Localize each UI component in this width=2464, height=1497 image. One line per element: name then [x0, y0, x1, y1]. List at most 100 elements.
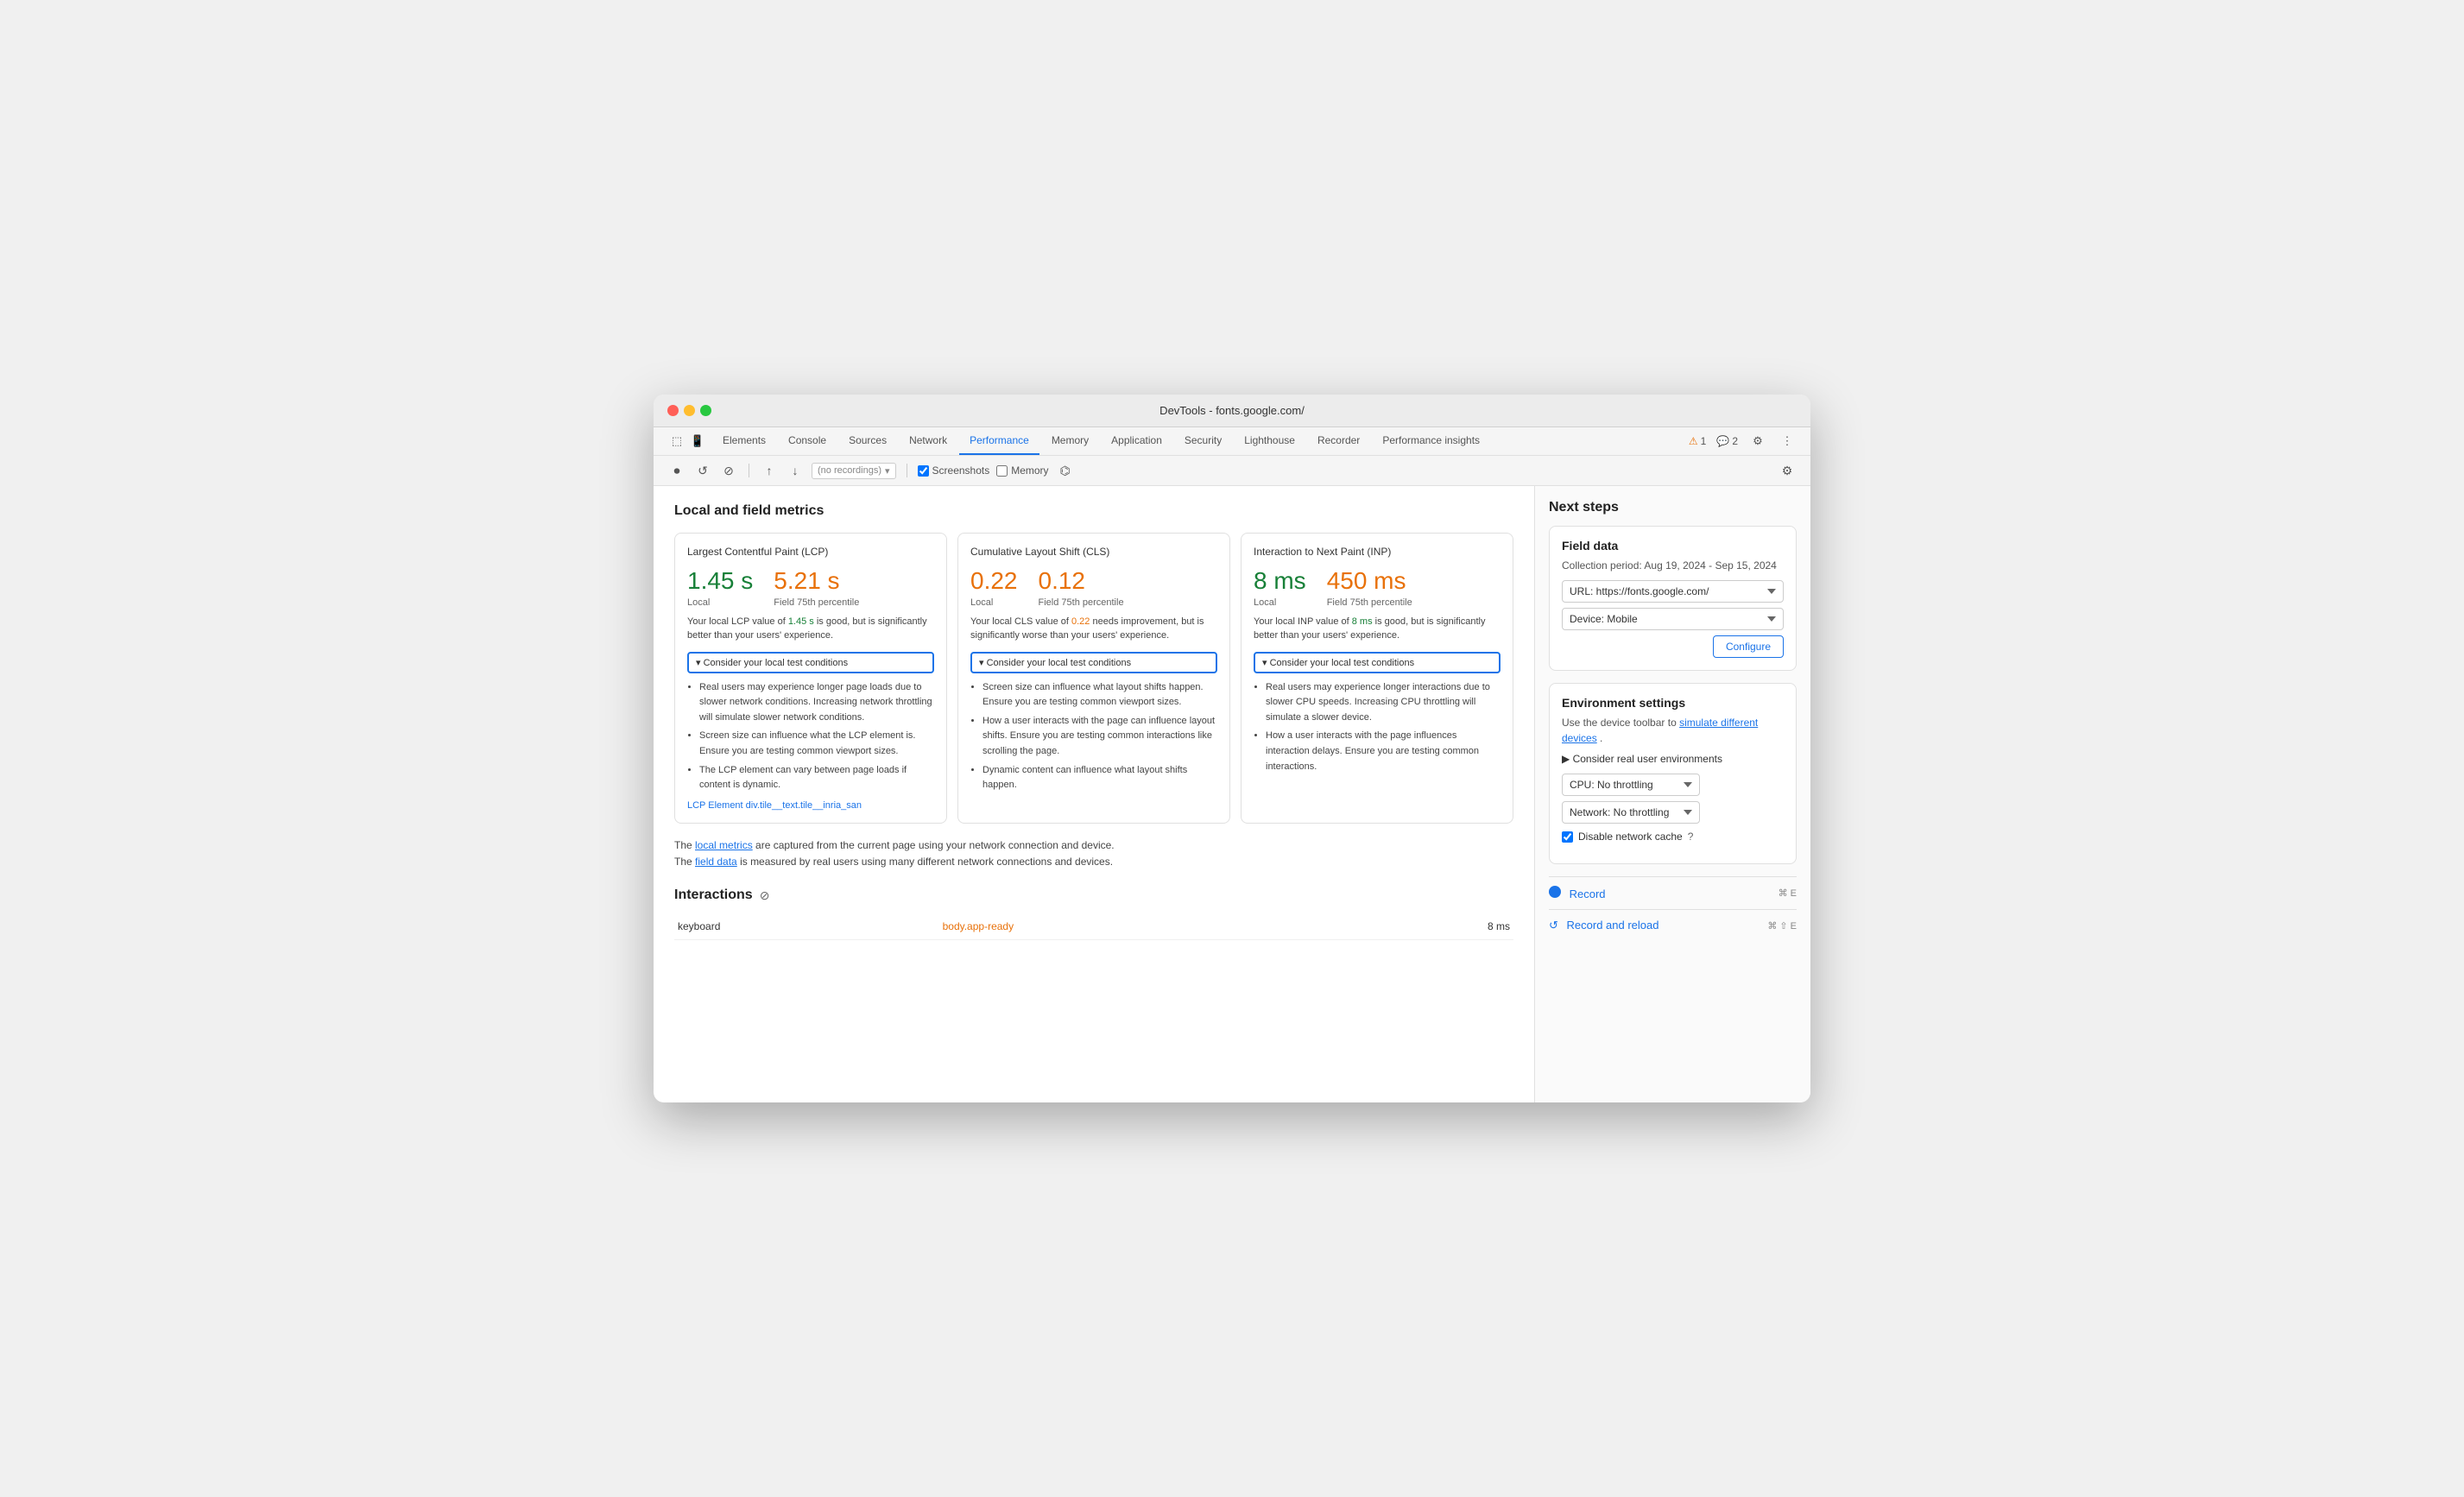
device-icon[interactable]: 📱	[688, 432, 707, 451]
info-badge: 💬 2	[1716, 435, 1738, 447]
footer-line1-suffix: are captured from the current page using…	[755, 839, 1115, 851]
minimize-button[interactable]	[684, 405, 695, 416]
memory-checkbox-label[interactable]: Memory	[996, 464, 1048, 477]
lcp-element-value: div.tile__text.tile__inria_san	[746, 800, 862, 811]
environment-settings-section: Environment settings Use the device tool…	[1549, 683, 1797, 864]
cpu-dropdown-row: CPU: No throttling	[1562, 774, 1784, 796]
field-data-title: Field data	[1562, 539, 1784, 553]
cls-description: Your local CLS value of 0.22 needs impro…	[970, 615, 1217, 643]
screenshots-checkbox[interactable]	[918, 465, 929, 477]
interactions-title: Interactions	[674, 887, 753, 903]
lcp-conditions-content: Real users may experience longer page lo…	[687, 680, 934, 793]
lcp-conditions-btn[interactable]: ▾ Consider your local test conditions	[687, 652, 934, 673]
interaction-selector: body.app-ready	[939, 913, 1357, 940]
cls-title: Cumulative Layout Shift (CLS)	[970, 546, 1217, 558]
lcp-conditions-label: ▾ Consider your local test conditions	[696, 657, 848, 668]
footer-line2: The field data is measured by real users…	[674, 854, 1513, 870]
upload-btn[interactable]: ↑	[760, 461, 779, 480]
toolbar-settings-icon[interactable]: ⚙	[1778, 461, 1797, 480]
network-dropdown-row: Network: No throttling	[1562, 801, 1784, 824]
disable-cache-checkbox[interactable]	[1562, 831, 1573, 843]
traffic-lights	[667, 405, 711, 416]
tab-application[interactable]: Application	[1101, 427, 1172, 455]
recordings-dropdown[interactable]: (no recordings) ▾	[812, 463, 896, 479]
reload-icon: ↺	[1549, 919, 1558, 932]
reload-btn[interactable]: ↺	[693, 461, 712, 480]
lcp-element: LCP Element div.tile__text.tile__inria_s…	[687, 800, 934, 811]
main-content: Local and field metrics Largest Contentf…	[654, 486, 1810, 1102]
tab-perf-insights[interactable]: Performance insights	[1372, 427, 1490, 455]
lcp-condition-2: Screen size can influence what the LCP e…	[699, 729, 934, 759]
settings-icon[interactable]: ⚙	[1748, 432, 1767, 451]
toolbar: ⏺ ↺ ⊘ ↑ ↓ (no recordings) ▾ Screenshots …	[654, 456, 1810, 486]
inp-description: Your local INP value of 8 ms is good, bu…	[1254, 615, 1501, 643]
lcp-local-group: 1.45 s Local	[687, 566, 753, 608]
warning-icon: ⚠	[1689, 435, 1698, 447]
inp-local-label: Local	[1254, 597, 1306, 608]
disable-cache-label: Disable network cache	[1578, 831, 1683, 843]
record-reload-label: Record and reload	[1567, 919, 1659, 932]
interaction-time: 8 ms	[1356, 913, 1513, 940]
lcp-highlight: 1.45 s	[788, 616, 814, 627]
disable-cache-row: Disable network cache ?	[1562, 831, 1784, 843]
record-reload-shortcut: ⌘ ⇧ E	[1767, 920, 1797, 932]
maximize-button[interactable]	[700, 405, 711, 416]
tab-recorder[interactable]: Recorder	[1307, 427, 1370, 455]
devtools-window: DevTools - fonts.google.com/ ⬚ 📱 Element…	[654, 395, 1810, 1102]
nav-icons: ⬚ 📱	[667, 432, 707, 451]
record-left: Record	[1549, 886, 1606, 900]
memory-label: Memory	[1011, 464, 1048, 477]
record-row[interactable]: Record ⌘ E	[1549, 876, 1797, 909]
device-dropdown[interactable]: Device: Mobile	[1562, 608, 1784, 630]
lcp-values: 1.45 s Local 5.21 s Field 75th percentil…	[687, 566, 934, 608]
env-intro-text: Use the device toolbar to	[1562, 717, 1677, 729]
inp-conditions-btn[interactable]: ▾ Consider your local test conditions	[1254, 652, 1501, 673]
url-dropdown[interactable]: URL: https://fonts.google.com/	[1562, 580, 1784, 603]
screenshots-checkbox-label[interactable]: Screenshots	[918, 464, 990, 477]
field-data-link[interactable]: field data	[695, 856, 737, 868]
record-reload-row[interactable]: ↺ Record and reload ⌘ ⇧ E	[1549, 909, 1797, 941]
warning-count: 1	[1701, 435, 1707, 447]
interactions-table: keyboard body.app-ready 8 ms	[674, 913, 1513, 940]
interactions-ban-icon: ⊘	[760, 888, 770, 903]
tab-performance[interactable]: Performance	[959, 427, 1039, 455]
lcp-description: Your local LCP value of 1.45 s is good, …	[687, 615, 934, 643]
lcp-field-label: Field 75th percentile	[774, 597, 859, 608]
tab-lighthouse[interactable]: Lighthouse	[1234, 427, 1305, 455]
inp-condition-2: How a user interacts with the page influ…	[1266, 729, 1501, 774]
inp-field-value: 450 ms	[1327, 566, 1412, 596]
left-panel: Local and field metrics Largest Contentf…	[654, 486, 1534, 1102]
tab-console[interactable]: Console	[778, 427, 837, 455]
clear-btn[interactable]: ⊘	[719, 461, 738, 480]
tab-network[interactable]: Network	[899, 427, 957, 455]
cls-condition-1: Screen size can influence what layout sh…	[982, 680, 1217, 711]
lcp-element-label: LCP Element	[687, 800, 743, 811]
consider-real-btn[interactable]: ▶ Consider real user environments	[1562, 753, 1784, 765]
record-btn[interactable]: ⏺	[667, 461, 686, 480]
interaction-name: keyboard	[674, 913, 939, 940]
close-button[interactable]	[667, 405, 679, 416]
record-shortcut: ⌘ E	[1779, 887, 1797, 899]
cpu-dropdown[interactable]: CPU: No throttling	[1562, 774, 1700, 796]
download-btn[interactable]: ↓	[786, 461, 805, 480]
tab-security[interactable]: Security	[1174, 427, 1232, 455]
inspect-icon[interactable]: ⬚	[667, 432, 686, 451]
memory-checkbox[interactable]	[996, 465, 1008, 477]
configure-btn[interactable]: Configure	[1713, 635, 1784, 658]
cls-field-value: 0.12	[1039, 566, 1124, 596]
tab-memory[interactable]: Memory	[1041, 427, 1099, 455]
lcp-field-value: 5.21 s	[774, 566, 859, 596]
footer-line1: The local metrics are captured from the …	[674, 837, 1513, 854]
inp-values: 8 ms Local 450 ms Field 75th percentile	[1254, 566, 1501, 608]
help-icon[interactable]: ?	[1688, 831, 1694, 843]
more-icon[interactable]: ⋮	[1778, 432, 1797, 451]
local-metrics-link[interactable]: local metrics	[695, 839, 753, 851]
inp-title: Interaction to Next Paint (INP)	[1254, 546, 1501, 558]
cls-local-label: Local	[970, 597, 1018, 608]
network-dropdown[interactable]: Network: No throttling	[1562, 801, 1700, 824]
metrics-icon[interactable]: ⌬	[1056, 461, 1075, 480]
tab-elements[interactable]: Elements	[712, 427, 776, 455]
cls-conditions-btn[interactable]: ▾ Consider your local test conditions	[970, 652, 1217, 673]
tab-sources[interactable]: Sources	[838, 427, 897, 455]
inp-conditions-label: ▾ Consider your local test conditions	[1262, 657, 1414, 668]
